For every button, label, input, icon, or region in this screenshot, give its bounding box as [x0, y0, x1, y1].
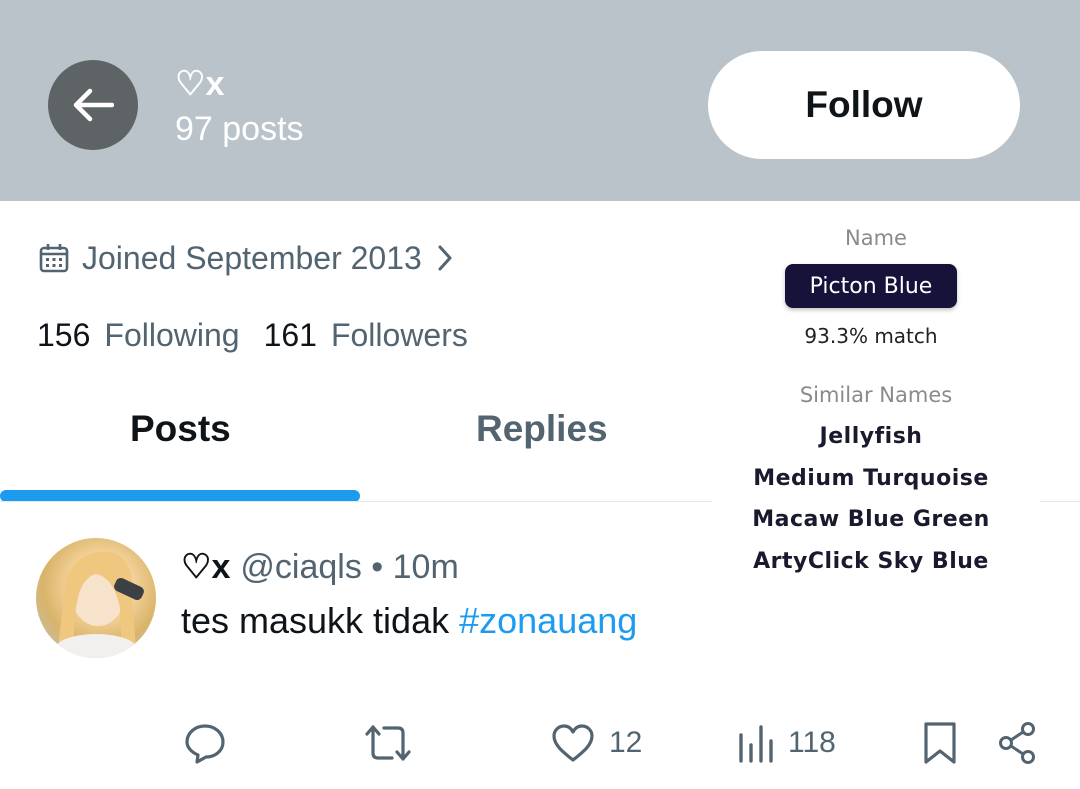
bar-chart-icon [739, 725, 773, 763]
tweet-handle-time: @ciaqls • 10m [240, 547, 459, 586]
joined-date-row[interactable]: Joined September 2013 [38, 238, 454, 278]
bookmark-icon [924, 722, 956, 764]
following-link[interactable]: Following [104, 317, 239, 354]
joined-date: Joined September 2013 [82, 239, 422, 276]
follow-stats: 156 Following 161 Followers [37, 317, 468, 354]
views-button[interactable]: 118 [738, 720, 836, 766]
similar-name-item: Jellyfish [819, 424, 923, 449]
arrow-left-icon [73, 88, 114, 122]
share-button[interactable] [997, 720, 1037, 766]
header-posts-count: 97 posts [175, 110, 304, 148]
followers-link[interactable]: Followers [331, 317, 468, 354]
like-count: 12 [609, 726, 643, 759]
retweet-icon [365, 725, 411, 761]
name-label: Name [845, 226, 907, 250]
reply-icon [185, 724, 225, 764]
calendar-icon [39, 244, 69, 273]
profile-header: ♡x 97 posts Follow [0, 0, 1080, 201]
retweet-button[interactable] [364, 720, 412, 766]
similar-name-item: ArtyClick Sky Blue [753, 549, 989, 574]
similar-names-label: Similar Names [799, 383, 953, 407]
like-button[interactable]: 12 [551, 720, 642, 766]
color-name-badge: Picton Blue [785, 264, 957, 308]
chevron-right-icon [436, 244, 454, 272]
header-display-name: ♡x [175, 65, 225, 103]
views-count: 118 [788, 726, 836, 759]
heart-icon [552, 724, 594, 762]
back-button[interactable] [48, 60, 138, 150]
hashtag-link[interactable]: #zonauang [459, 600, 637, 641]
following-count: 156 [37, 317, 91, 353]
similar-name-item: Medium Turquoise [753, 466, 989, 491]
color-name-panel: Name Picton Blue 93.3% match Similar Nam… [712, 214, 1040, 600]
tab-replies[interactable]: Replies [476, 408, 608, 450]
reply-button[interactable] [183, 720, 227, 766]
similar-name-item: Macaw Blue Green [752, 507, 990, 532]
follow-button[interactable]: Follow [708, 51, 1020, 159]
tweet-body: tes masukk tidak [181, 600, 460, 641]
tweet-text: tes masukk tidak #zonauang [181, 600, 637, 642]
share-icon [999, 722, 1035, 764]
avatar[interactable] [36, 538, 156, 658]
tab-posts[interactable]: Posts [130, 408, 231, 450]
followers-count: 161 [263, 317, 317, 353]
match-percentage: 93.3% match [804, 324, 938, 348]
tweet-header: ♡x @ciaqls • 10m [181, 547, 459, 587]
bookmark-button[interactable] [922, 720, 958, 766]
tweet-author-name[interactable]: ♡x [181, 547, 230, 587]
